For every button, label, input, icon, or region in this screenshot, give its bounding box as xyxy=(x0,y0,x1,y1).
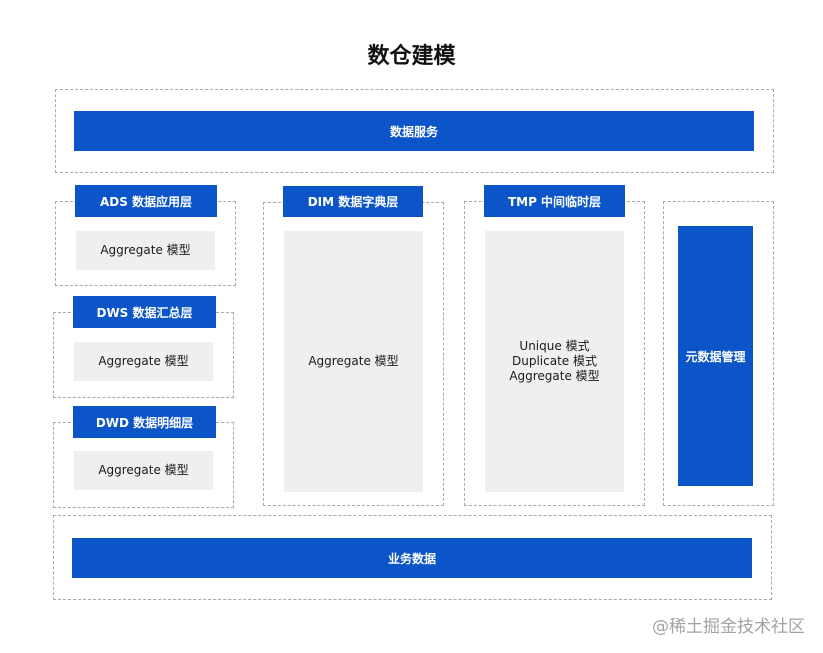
metadata-bar: 元数据管理 xyxy=(678,226,753,486)
tmp-layer-header: TMP 中间临时层 xyxy=(484,185,625,217)
watermark: @稀土掘金技术社区 xyxy=(652,617,805,637)
dim-layer-header: DIM 数据字典层 xyxy=(283,186,423,217)
diagram-title: 数仓建模 xyxy=(367,44,456,69)
business-data-bar: 业务数据 xyxy=(72,538,752,578)
dim-layer-content: Aggregate 模型 xyxy=(284,231,423,492)
tmp-layer-content: Unique 模式 Duplicate 模式 Aggregate 模型 xyxy=(485,231,624,492)
data-service-bar: 数据服务 xyxy=(74,111,754,151)
ads-layer-content: Aggregate 模型 xyxy=(76,231,215,270)
tmp-content-line: Duplicate 模式 xyxy=(512,354,597,368)
ads-layer-header: ADS 数据应用层 xyxy=(75,185,217,217)
dwd-layer-header: DWD 数据明细层 xyxy=(73,406,216,438)
tmp-content-line: Unique 模式 xyxy=(519,339,590,353)
dws-layer-content: Aggregate 模型 xyxy=(74,342,213,381)
dws-layer-header: DWS 数据汇总层 xyxy=(73,296,216,328)
tmp-content-line: Aggregate 模型 xyxy=(509,369,600,383)
dwd-layer-content: Aggregate 模型 xyxy=(74,451,213,490)
